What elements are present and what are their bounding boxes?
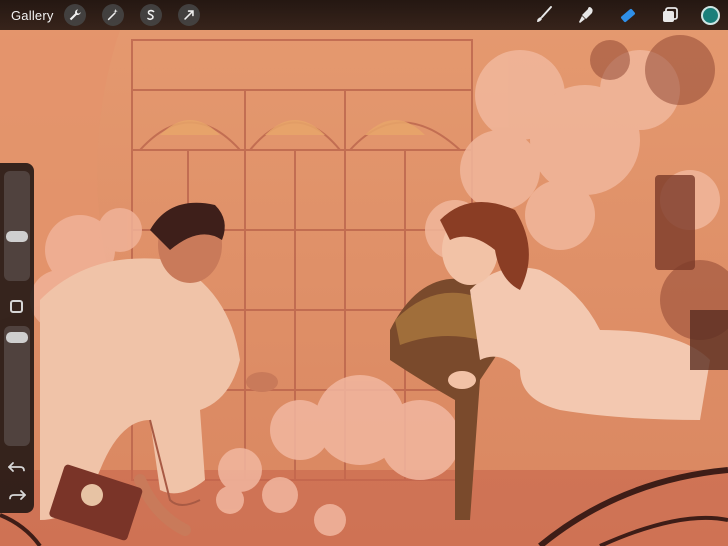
selection-s-icon bbox=[146, 9, 154, 21]
eraser-icon bbox=[621, 8, 635, 23]
gallery-button[interactable]: Gallery bbox=[11, 8, 54, 23]
drawing-canvas[interactable] bbox=[0, 0, 728, 546]
opacity-thumb[interactable] bbox=[6, 332, 28, 343]
wrench-icon bbox=[69, 9, 81, 21]
actions-button[interactable] bbox=[63, 4, 86, 26]
transform-button[interactable] bbox=[177, 4, 200, 26]
adjustments-button[interactable] bbox=[101, 4, 124, 26]
brush-size-slider[interactable] bbox=[4, 171, 30, 281]
magic-wand-icon bbox=[107, 8, 118, 21]
smudge-icon bbox=[579, 7, 593, 23]
undo-icon bbox=[8, 462, 25, 472]
opacity-slider[interactable] bbox=[4, 326, 30, 446]
selection-button[interactable] bbox=[139, 4, 162, 26]
redo-icon bbox=[9, 490, 26, 500]
redo-button[interactable] bbox=[7, 487, 27, 503]
artwork-illustration bbox=[0, 0, 728, 546]
layers-button[interactable] bbox=[659, 4, 681, 26]
transform-arrow-icon bbox=[183, 10, 194, 20]
paint-tool-button[interactable] bbox=[533, 4, 555, 26]
top-toolbar: Gallery bbox=[0, 0, 728, 30]
tool-group bbox=[533, 0, 728, 30]
undo-button[interactable] bbox=[7, 459, 27, 475]
left-sidebar bbox=[0, 163, 34, 513]
smudge-tool-button[interactable] bbox=[575, 4, 597, 26]
modify-button[interactable] bbox=[10, 300, 23, 313]
brush-size-thumb[interactable] bbox=[6, 231, 28, 242]
eraser-tool-button[interactable] bbox=[617, 4, 639, 26]
brush-icon bbox=[537, 6, 552, 22]
color-swatch-button[interactable] bbox=[701, 5, 720, 25]
layers-icon bbox=[663, 7, 678, 22]
